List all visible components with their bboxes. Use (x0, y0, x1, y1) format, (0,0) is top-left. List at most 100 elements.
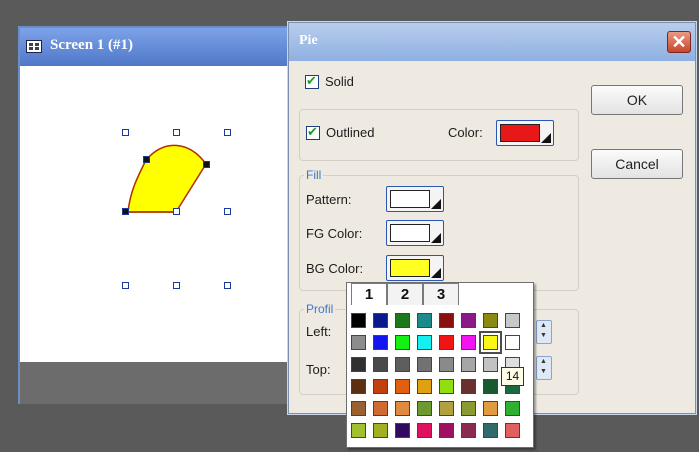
selection-handle[interactable] (173, 282, 180, 289)
palette-color-cell[interactable] (373, 379, 388, 394)
palette-color-cell[interactable] (439, 401, 454, 416)
dropdown-arrow-icon (431, 199, 441, 209)
pie-title: Pie (299, 33, 318, 48)
pattern-label: Pattern: (306, 192, 352, 207)
selection-handle[interactable] (173, 129, 180, 136)
pie-title-bar[interactable]: Pie ✕ (289, 23, 695, 61)
palette-color-cell[interactable] (351, 401, 366, 416)
palette-color-cell[interactable] (505, 313, 520, 328)
palette-tab-2[interactable]: 2 (387, 283, 423, 305)
outline-color-swatch (500, 124, 540, 142)
palette-color-cell[interactable] (483, 401, 498, 416)
dropdown-arrow-icon (541, 133, 551, 143)
ok-button[interactable]: OK (591, 85, 683, 115)
palette-color-cell[interactable] (373, 335, 388, 350)
palette-color-cell[interactable] (395, 401, 410, 416)
palette-color-cell[interactable] (439, 335, 454, 350)
palette-tab-3[interactable]: 3 (423, 283, 459, 305)
selection-handle[interactable] (224, 282, 231, 289)
palette-color-cell[interactable] (439, 423, 454, 438)
palette-color-cell[interactable] (439, 313, 454, 328)
vertex-handle[interactable] (122, 208, 129, 215)
top-label: Top: (306, 362, 331, 377)
palette-color-cell[interactable] (417, 379, 432, 394)
palette-color-cell[interactable] (461, 401, 476, 416)
palette-color-cell[interactable] (395, 313, 410, 328)
left-spinner[interactable] (536, 320, 552, 344)
palette-color-cell[interactable] (439, 357, 454, 372)
palette-color-cell[interactable] (483, 379, 498, 394)
palette-color-cell[interactable] (461, 313, 476, 328)
palette-color-cell[interactable] (395, 379, 410, 394)
palette-color-cell[interactable] (395, 335, 410, 350)
palette-tab-1[interactable]: 1 (351, 283, 387, 305)
dropdown-arrow-icon (431, 233, 441, 243)
palette-color-cell[interactable] (461, 335, 476, 350)
palette-color-cell[interactable] (373, 313, 388, 328)
fill-group: Fill Pattern: FG Color: BG Color: (299, 168, 579, 291)
pattern-swatch (390, 190, 430, 208)
color-label: Color: (448, 125, 483, 140)
selection-handle[interactable] (224, 129, 231, 136)
palette-color-cell[interactable] (483, 313, 498, 328)
selection-handle[interactable] (122, 129, 129, 136)
bg-color-picker[interactable] (386, 255, 444, 281)
dropdown-arrow-icon (431, 268, 441, 278)
palette-color-cell[interactable] (417, 335, 432, 350)
outlined-label: Outlined (326, 125, 375, 140)
bg-color-label: BG Color: (306, 261, 364, 276)
palette-color-cell[interactable] (417, 357, 432, 372)
palette-color-cell[interactable] (395, 423, 410, 438)
palette-color-cell[interactable] (351, 379, 366, 394)
profile-group-title: Profil (304, 302, 336, 316)
palette-color-cell[interactable] (373, 401, 388, 416)
palette-color-cell[interactable] (461, 357, 476, 372)
palette-color-cell[interactable] (505, 423, 520, 438)
screen-window: Screen 1 (#1) (18, 26, 304, 404)
outline-color-picker[interactable] (496, 120, 554, 146)
selection-handle[interactable] (224, 208, 231, 215)
palette-color-cell[interactable] (483, 423, 498, 438)
palette-color-cell[interactable] (351, 335, 366, 350)
bg-color-swatch (390, 259, 430, 277)
cancel-button[interactable]: Cancel (591, 149, 683, 179)
palette-color-cell[interactable] (373, 423, 388, 438)
screen-title-bar[interactable]: Screen 1 (#1) (20, 28, 302, 66)
palette-color-cell[interactable] (351, 357, 366, 372)
close-button[interactable]: ✕ (667, 31, 691, 53)
palette-color-cell[interactable] (483, 357, 498, 372)
color-index-tooltip: 14 (501, 367, 524, 386)
outline-group: Outlined Color: (299, 109, 579, 161)
vertex-handle[interactable] (203, 161, 210, 168)
vertex-handle[interactable] (143, 156, 150, 163)
palette-color-cell[interactable] (439, 379, 454, 394)
selection-handle[interactable] (122, 282, 129, 289)
fg-color-swatch (390, 224, 430, 242)
palette-color-cell[interactable] (373, 357, 388, 372)
palette-color-cell[interactable] (395, 357, 410, 372)
palette-color-cell[interactable] (505, 401, 520, 416)
solid-label: Solid (325, 74, 354, 89)
pattern-picker[interactable] (386, 186, 444, 212)
color-palette-popup: 1 2 3 (346, 282, 534, 448)
palette-color-cell[interactable] (351, 313, 366, 328)
solid-checkbox[interactable] (305, 73, 319, 89)
palette-color-cell[interactable] (461, 423, 476, 438)
palette-color-cell[interactable] (461, 379, 476, 394)
top-spinner[interactable] (536, 356, 552, 380)
palette-color-cell[interactable] (505, 335, 520, 350)
fill-group-title: Fill (304, 168, 324, 182)
selection-handle[interactable] (173, 208, 180, 215)
palette-color-cell[interactable] (351, 423, 366, 438)
screen-footer-area (20, 362, 302, 404)
screen-title: Screen 1 (#1) (50, 37, 134, 53)
palette-color-cell[interactable] (417, 401, 432, 416)
outlined-checkbox[interactable] (306, 124, 320, 140)
fg-color-picker[interactable] (386, 220, 444, 246)
palette-color-cell[interactable] (479, 331, 502, 354)
pie-shape[interactable] (20, 66, 302, 362)
screen-icon (26, 40, 42, 53)
palette-color-cell[interactable] (417, 423, 432, 438)
palette-color-cell[interactable] (417, 313, 432, 328)
screen-canvas[interactable] (20, 66, 302, 362)
